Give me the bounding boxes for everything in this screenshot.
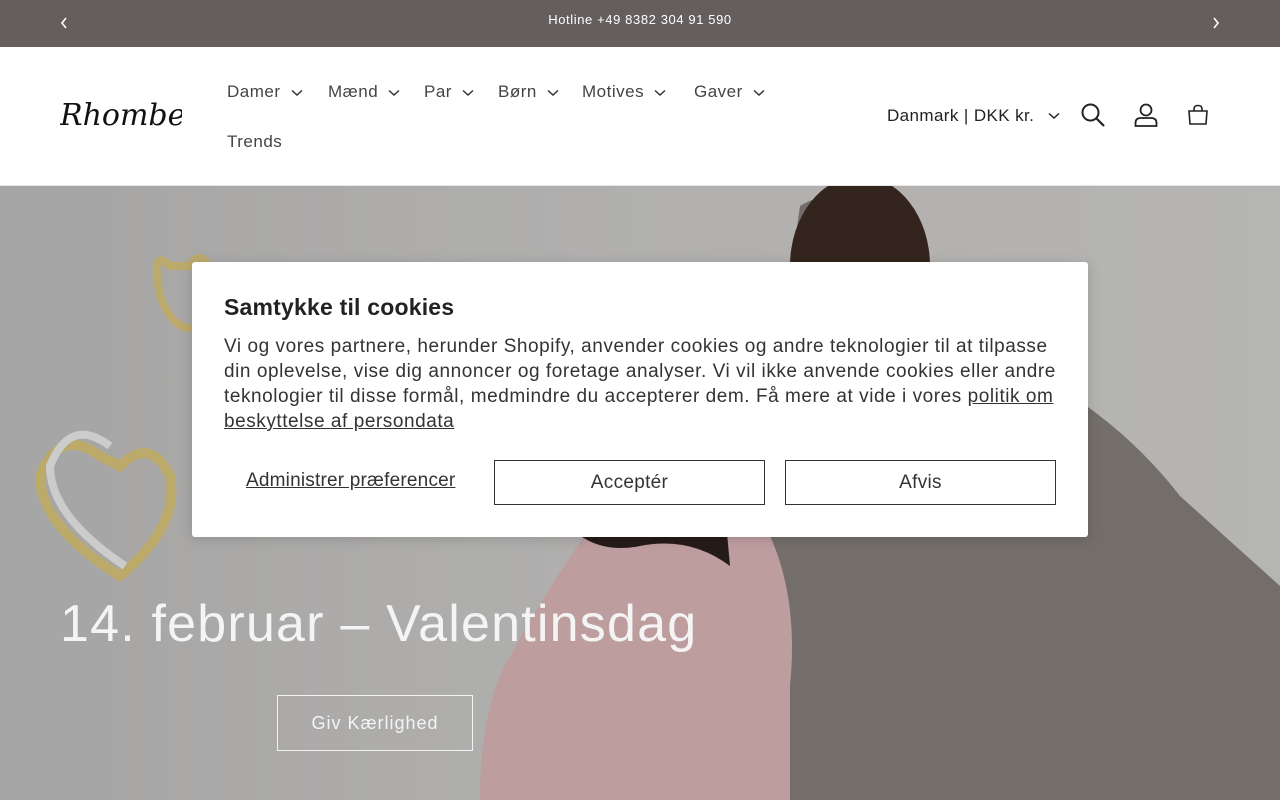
search-button[interactable] <box>1079 101 1107 129</box>
nav-label: Trends <box>227 132 283 151</box>
account-icon <box>1134 103 1158 127</box>
chevron-down-icon <box>291 89 303 96</box>
reject-cookies-button[interactable]: Afvis <box>785 460 1056 505</box>
chevron-down-icon <box>388 89 400 96</box>
chevron-down-icon <box>753 89 765 96</box>
site-header: Rhomberg Damer Mænd Par Børn Motives Gav… <box>0 47 1280 186</box>
cookie-consent-dialog: Samtykke til cookies Vi og vores partner… <box>192 262 1088 537</box>
country-selector-label: Danmark | DKK kr. <box>887 106 1035 125</box>
cart-button[interactable] <box>1184 101 1212 129</box>
cookie-body: Vi og vores partnere, herunder Shopify, … <box>224 334 1064 434</box>
cart-icon <box>1188 104 1208 125</box>
manage-preferences-link[interactable]: Administrer præferencer <box>246 470 455 492</box>
chevron-down-icon <box>654 89 666 96</box>
nav-item-born[interactable]: Børn <box>498 80 559 104</box>
chevron-down-icon <box>1048 112 1060 120</box>
give-love-button[interactable]: Giv Kærlighed <box>277 695 473 751</box>
rhomberg-logo[interactable]: Rhomberg <box>59 91 219 141</box>
country-selector[interactable]: Danmark | DKK kr. <box>887 103 1060 129</box>
logo-text: Rhomberg <box>60 98 182 133</box>
accept-cookies-button[interactable]: Acceptér <box>494 460 765 505</box>
chevron-down-icon <box>462 89 474 96</box>
cookie-body-text: Vi og vores partnere, herunder Shopify, … <box>224 336 1056 407</box>
hero-title: 14. februar – Valentinsdag <box>60 595 698 653</box>
nav-item-damer[interactable]: Damer <box>227 80 303 104</box>
announcement-text[interactable]: Hotline +49 8382 304 91 590 <box>0 12 1280 27</box>
nav-label: Børn <box>498 82 537 101</box>
nav-item-motives[interactable]: Motives <box>582 80 666 104</box>
nav-item-maend[interactable]: Mænd <box>328 80 400 104</box>
account-button[interactable] <box>1132 101 1160 129</box>
announcement-next-button[interactable] <box>1204 12 1228 34</box>
chevron-right-icon <box>1213 17 1220 29</box>
nav-label: Damer <box>227 82 281 101</box>
cookie-title: Samtykke til cookies <box>224 294 455 320</box>
announcement-bar: Hotline +49 8382 304 91 590 <box>0 0 1280 47</box>
nav-label: Gaver <box>694 82 743 101</box>
nav-item-par[interactable]: Par <box>424 80 474 104</box>
nav-item-gaver[interactable]: Gaver <box>694 80 765 104</box>
nav-label: Par <box>424 82 452 101</box>
logo-wordmark-icon: Rhomberg <box>59 98 219 133</box>
nav-label: Motives <box>582 82 645 101</box>
nav-item-trends[interactable]: Trends <box>227 130 282 154</box>
search-icon <box>1081 103 1105 127</box>
chevron-down-icon <box>547 89 559 96</box>
nav-label: Mænd <box>328 82 379 101</box>
